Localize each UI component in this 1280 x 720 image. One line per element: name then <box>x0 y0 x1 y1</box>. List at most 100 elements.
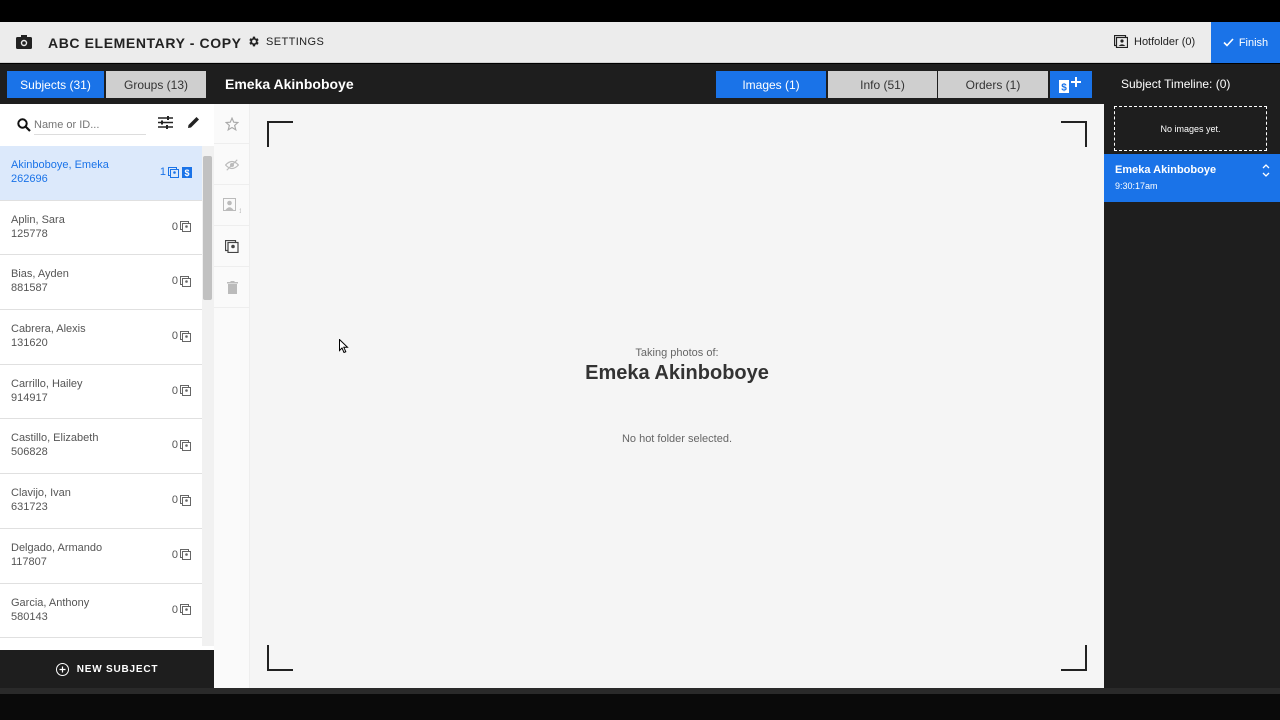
image-count: 0 <box>172 549 192 561</box>
photo-stack-icon <box>180 604 191 615</box>
subject-timeline-panel: Subject Timeline: (0) No images yet. Eme… <box>1104 64 1280 688</box>
timeline-entry-chevrons[interactable] <box>1262 164 1270 177</box>
image-count-value: 0 <box>171 330 178 343</box>
subject-name: Carrillo, Hailey <box>11 377 83 390</box>
photo-stack-icon <box>180 439 191 451</box>
no-images-placeholder: No images yet. <box>1114 106 1267 151</box>
svg-text:$: $ <box>1061 82 1067 93</box>
mouse-cursor-icon <box>339 339 349 353</box>
image-count: 0 <box>172 221 192 233</box>
eye-off-icon <box>225 158 239 171</box>
subject-name: Akinboboye, Emeka <box>11 159 109 171</box>
favorite-tool[interactable] <box>214 104 250 144</box>
subject-row[interactable]: Clavijo, Ivan 631723 0 <box>0 474 202 529</box>
top-app-bar: ABC ELEMENTARY - COPY SETTINGS Hotfolder… <box>0 22 1280 63</box>
timeline-title: Subject Timeline: (0) <box>1121 77 1231 91</box>
current-subject-name: Emeka Akinboboye <box>225 76 354 92</box>
subject-name: Delgado, Armando <box>11 541 103 554</box>
frame-corner-bottom-left <box>267 645 293 671</box>
settings-button[interactable]: SETTINGS <box>247 35 324 48</box>
photo-stack-icon <box>180 549 191 561</box>
hide-tool[interactable] <box>214 145 250 185</box>
subject-toolbar: Subjects (31) Groups (13) Emeka Akinbobo… <box>0 64 1104 104</box>
settings-label: SETTINGS <box>266 35 325 48</box>
image-stack-tool[interactable] <box>214 227 250 267</box>
subject-row[interactable]: Cabrera, Alexis 131620 0 <box>0 310 202 365</box>
subject-row[interactable]: Carrillo, Hailey 914917 0 <box>0 365 202 420</box>
dollar-plus-icon: $ <box>1059 76 1081 93</box>
image-count-value: 0 <box>171 603 178 616</box>
app-title: ABC ELEMENTARY - COPY <box>48 35 242 51</box>
photo-stack-icon <box>180 494 191 506</box>
tab-groups[interactable]: Groups (13) <box>106 71 206 98</box>
trash-icon <box>226 281 238 294</box>
capture-subject-name: Emeka Akinboboye <box>585 362 769 384</box>
subject-row[interactable]: Garcia, Anthony 580143 0 <box>0 584 202 639</box>
subject-id: 631723 <box>11 501 48 514</box>
hotfolder-status: No hot folder selected. <box>621 433 733 445</box>
timeline-entry-time: 9:30:17am <box>1115 181 1158 191</box>
new-subject-button[interactable]: NEW SUBJECT <box>0 650 214 688</box>
subject-name: Aplin, Sara <box>11 213 65 226</box>
photo-stack-icon <box>225 240 239 253</box>
plus-circle-icon <box>55 662 69 676</box>
timeline-entry-name: Emeka Akinboboye <box>1115 164 1217 176</box>
capture-viewport: Taking photos of: Emeka Akinboboye No ho… <box>250 104 1104 688</box>
image-count-value: 0 <box>171 275 178 288</box>
subject-id: 117807 <box>11 555 47 568</box>
image-count-value: 1 <box>159 166 166 178</box>
hotfolder-label: Hotfolder (0) <box>1134 35 1196 48</box>
subject-list: Akinboboye, Emeka 262696 1 $ Aplin, Sara… <box>0 146 202 646</box>
subject-id: 131620 <box>11 337 48 350</box>
subject-row[interactable]: Aplin, Sara 125778 0 <box>0 201 202 256</box>
subject-id: 262696 <box>11 173 48 185</box>
tab-subjects[interactable]: Subjects (31) <box>7 71 104 98</box>
image-count-value: 0 <box>171 494 178 507</box>
subject-row[interactable]: Akinboboye, Emeka 262696 1 $ <box>0 146 202 201</box>
taskbar-strip <box>0 688 1280 694</box>
assign-tool[interactable]: 1 <box>214 186 250 226</box>
subject-name: Clavijo, Ivan <box>11 487 71 500</box>
new-subject-label: NEW SUBJECT <box>76 663 159 675</box>
finish-button[interactable]: Finish <box>1211 22 1280 63</box>
hotfolder-button[interactable]: Hotfolder (0) <box>1114 35 1195 48</box>
photo-stack-icon <box>180 275 191 287</box>
subject-row[interactable]: Delgado, Armando 117807 0 <box>0 529 202 584</box>
photo-stack-icon <box>180 385 191 397</box>
image-count: 0 <box>172 330 192 342</box>
pencil-icon[interactable] <box>187 116 200 129</box>
svg-text:$: $ <box>184 168 189 178</box>
image-count-value: 0 <box>171 548 178 561</box>
list-scrollbar-thumb[interactable] <box>203 156 212 300</box>
subject-row[interactable]: Bias, Ayden 881587 0 <box>0 255 202 311</box>
photo-stack-icon <box>180 330 191 342</box>
subject-id: 125778 <box>11 227 48 240</box>
search-input[interactable] <box>34 115 146 135</box>
chevron-down-icon <box>1262 172 1270 177</box>
frame-corner-top-left <box>267 121 293 147</box>
timeline-entry[interactable]: Emeka Akinboboye 9:30:17am <box>1104 154 1280 202</box>
photo-stack-icon <box>180 221 191 233</box>
search-icon <box>17 118 31 132</box>
image-count-value: 0 <box>171 220 178 233</box>
subject-row[interactable]: Castillo, Elizabeth 506828 0 <box>0 419 202 475</box>
chevron-up-icon <box>1262 164 1270 169</box>
app-window: ABC ELEMENTARY - COPY SETTINGS Hotfolder… <box>0 0 1280 720</box>
add-order-button[interactable]: $ <box>1050 71 1092 98</box>
subject-name: Bias, Ayden <box>11 268 69 281</box>
image-tool-column: 1 <box>214 104 250 688</box>
image-count: 1 $ <box>160 166 192 178</box>
gear-icon <box>249 36 259 47</box>
image-count: 0 <box>172 494 192 506</box>
subject-id: 580143 <box>11 610 48 623</box>
image-count: 0 <box>172 385 192 397</box>
sliders-icon[interactable] <box>158 116 173 129</box>
delete-tool[interactable] <box>214 268 250 308</box>
tab-orders[interactable]: Orders (1) <box>938 71 1048 98</box>
tab-images[interactable]: Images (1) <box>716 71 826 98</box>
taking-photos-label: Taking photos of: <box>635 347 719 359</box>
star-icon <box>225 116 239 131</box>
image-count: 0 <box>172 275 192 287</box>
tab-info[interactable]: Info (51) <box>828 71 937 98</box>
frame-corner-top-right <box>1061 121 1087 147</box>
